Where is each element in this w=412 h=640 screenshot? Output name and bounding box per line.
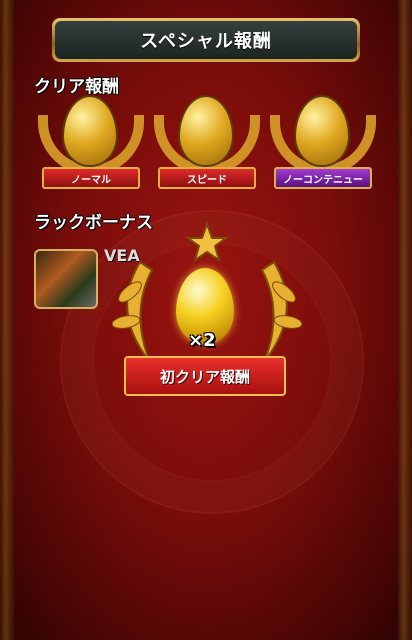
reward-label: ノーコンテニュー [274, 167, 372, 189]
first-clear-banner: 初クリア報酬 [124, 356, 286, 396]
reward-label: スピード [158, 167, 256, 189]
reward-label: ノーマル [42, 167, 140, 189]
egg-icon [296, 97, 348, 165]
reward-normal[interactable]: ノーマル [36, 95, 146, 197]
star-icon [184, 222, 230, 263]
left-frame-edge [0, 0, 14, 640]
egg-icon [180, 97, 232, 165]
reward-multiplier: ×2 [188, 330, 216, 351]
reward-speed[interactable]: スピード [152, 95, 262, 197]
first-clear-badge: ×2 初クリア報酬 [100, 222, 314, 422]
reward-no-continue[interactable]: ノーコンテニュー [268, 95, 378, 197]
page-title: スペシャル報酬 [55, 21, 357, 59]
right-frame-edge [398, 0, 412, 640]
clear-reward-heading: クリア報酬 [34, 77, 119, 97]
monster-portrait[interactable] [34, 249, 98, 309]
header-panel: スペシャル報酬 [52, 18, 360, 62]
egg-icon [64, 97, 116, 165]
